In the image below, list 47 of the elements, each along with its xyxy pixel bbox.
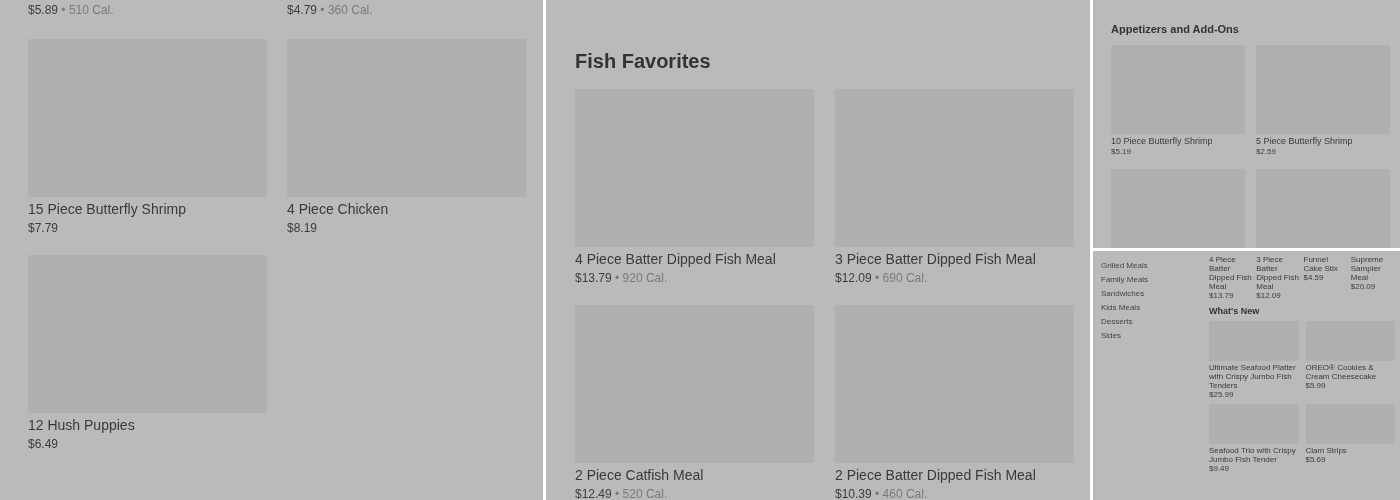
- section-heading: What's New: [1209, 306, 1261, 317]
- price-line: $25.99: [1209, 390, 1235, 399]
- price-line: $12.49 • 520 Cal.: [575, 486, 669, 500]
- category-link[interactable]: Sides: [1101, 331, 1209, 340]
- item-name[interactable]: 12 Hush Puppies: [28, 416, 267, 434]
- item-name[interactable]: 4 Piece Batter Dipped Fish Meal: [575, 250, 814, 268]
- item-name[interactable]: 3 Piece Batter Dipped Fish Meal: [835, 250, 1074, 268]
- section-heading: Fish Favorites: [575, 49, 712, 74]
- item-name[interactable]: Supreme Sampler Meal: [1350, 255, 1395, 282]
- price-line: $4.59: [1303, 273, 1325, 282]
- price-line: $13.79 • 920 Cal.: [575, 270, 669, 286]
- item-name[interactable]: 4 Piece Chicken: [287, 200, 526, 218]
- category-link[interactable]: Grilled Meals: [1101, 261, 1209, 270]
- category-link[interactable]: Family Meals: [1101, 275, 1209, 284]
- item-name[interactable]: 10 Piece Butterfly Shrimp: [1111, 136, 1245, 147]
- price-line: $10.39 • 460 Cal.: [835, 486, 929, 500]
- price-line: $5.89 • 510 Cal.: [28, 2, 115, 18]
- price-line: $6.49: [28, 436, 60, 452]
- category-link[interactable]: Kids Meals: [1101, 303, 1209, 312]
- price-line: $5.69: [1305, 455, 1327, 464]
- price-line: $13.79: [1209, 291, 1235, 300]
- price-line: $7.79: [28, 220, 60, 236]
- image-placeholder[interactable]: [1111, 169, 1245, 248]
- price-line: $4.79 • 360 Cal.: [287, 2, 374, 18]
- item-name[interactable]: 4 Piece Batter Dipped Fish Meal: [1209, 255, 1254, 291]
- item-name[interactable]: 2 Piece Batter Dipped Fish Meal: [835, 466, 1074, 484]
- price-line: $2.59: [1256, 147, 1278, 157]
- item-name[interactable]: 15 Piece Butterfly Shrimp: [28, 200, 267, 218]
- price-line: $12.09: [1256, 291, 1282, 300]
- price-line: $5.19: [1111, 147, 1133, 157]
- item-name[interactable]: OREO® Cookies & Cream Cheesecake: [1305, 363, 1395, 381]
- item-name[interactable]: Clam Strips: [1305, 446, 1395, 455]
- image-placeholder[interactable]: [1256, 169, 1390, 248]
- item-name[interactable]: Ultimate Seafood Platter with Crispy Jumbo Fish Tenders: [1209, 363, 1299, 390]
- item-name[interactable]: Funnel Cake Stix: [1303, 255, 1348, 273]
- price-line: $5.99: [1305, 381, 1327, 390]
- section-heading: Appetizers and Add-Ons: [1111, 22, 1240, 36]
- category-link[interactable]: Sandwiches: [1101, 289, 1209, 298]
- item-name[interactable]: Seafood Trio with Crispy Jumbo Fish Tender: [1209, 446, 1299, 464]
- price-line: $12.09 • 690 Cal.: [835, 270, 929, 286]
- category-link[interactable]: Desserts: [1101, 317, 1209, 326]
- item-name[interactable]: 3 Piece Batter Dipped Fish Meal: [1256, 255, 1301, 291]
- item-name[interactable]: 2 Piece Catfish Meal: [575, 466, 814, 484]
- price-line: $8.19: [287, 220, 319, 236]
- price-line: $9.49: [1209, 464, 1231, 473]
- price-line: $20.09: [1350, 282, 1377, 291]
- item-name[interactable]: 5 Piece Butterfly Shrimp: [1256, 136, 1390, 147]
